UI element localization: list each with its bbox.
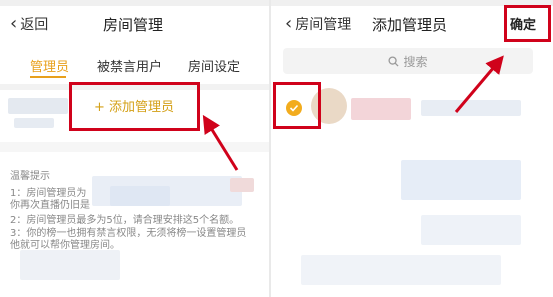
blurred-text: [14, 118, 54, 128]
blurred-avatar: [8, 98, 68, 114]
back-label: 返回: [20, 17, 49, 33]
search-placeholder: 搜索: [403, 54, 428, 69]
blurred-region: [20, 250, 120, 280]
back-button[interactable]: ‹ 返回: [10, 14, 48, 34]
blurred-region: [401, 160, 521, 200]
blurred-region: [421, 215, 521, 245]
blurred-region: [110, 186, 170, 206]
tip-line: 他就可以帮你管理房间。: [10, 240, 120, 251]
page-title: 添加管理员: [372, 16, 448, 34]
search-input[interactable]: 搜索: [283, 48, 533, 74]
divider: [0, 142, 269, 152]
add-admin-screen: ‹ 房间管理 添加管理员 确定 搜索: [271, 0, 553, 297]
blurred-region: [301, 255, 501, 285]
tab-admins[interactable]: 管理员: [30, 56, 69, 75]
blurred-region: [230, 178, 254, 192]
chevron-left-icon: ‹: [285, 13, 293, 34]
room-management-screen: ‹ 返回 房间管理 管理员 被禁言用户 房间设定 + 添加管理员 温馨提示 1：…: [0, 0, 269, 297]
tips-title: 温馨提示: [10, 171, 50, 182]
page-title: 房间管理: [103, 16, 164, 34]
nav-bar: ‹ 返回 房间管理: [0, 6, 269, 42]
active-tab-indicator: [30, 76, 66, 78]
blurred-text: [421, 100, 521, 116]
annotation-box: [69, 82, 200, 131]
search-icon: [388, 55, 400, 67]
tip-line: 你再次直播仍旧是: [10, 200, 90, 211]
tab-room-settings[interactable]: 房间设定: [188, 56, 240, 75]
chevron-left-icon: ‹: [10, 13, 18, 34]
blurred-text: [351, 98, 411, 120]
back-label: 房间管理: [295, 17, 352, 33]
tab-bar: 管理员 被禁言用户 房间设定: [0, 48, 269, 82]
back-button[interactable]: ‹ 房间管理: [285, 14, 351, 34]
annotation-box: [273, 82, 321, 129]
annotation-box: [504, 5, 551, 42]
tab-muted-users[interactable]: 被禁言用户: [97, 56, 162, 75]
